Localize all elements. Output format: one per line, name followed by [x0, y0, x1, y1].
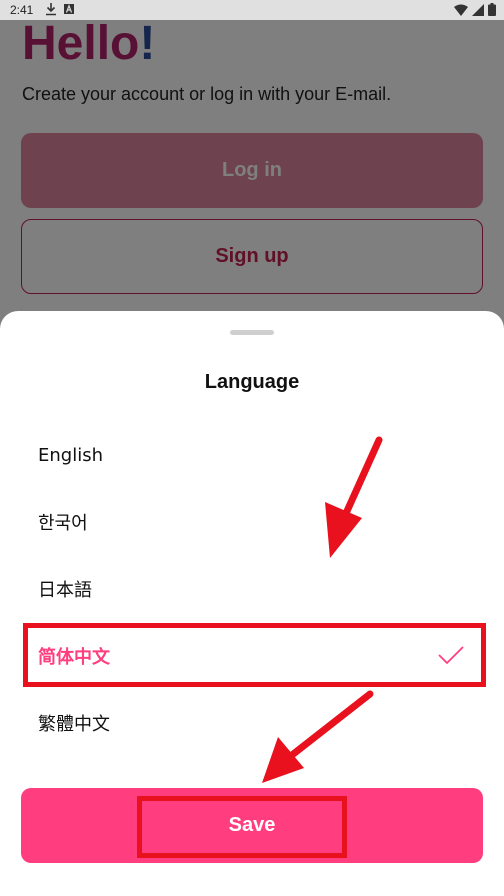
language-option-japanese[interactable]: 日本語: [22, 558, 484, 620]
status-icons: [454, 3, 496, 16]
download-icon: [46, 3, 56, 16]
sheet-drag-handle[interactable]: [230, 330, 274, 335]
language-label: 日本語: [38, 580, 92, 601]
language-option-korean[interactable]: 한국어: [22, 491, 484, 553]
selection-highlight-box: [23, 623, 486, 687]
wifi-icon: [454, 4, 468, 16]
sheet-title: Language: [204, 371, 300, 393]
save-highlight-box: [137, 796, 347, 858]
accessibility-icon: [64, 4, 74, 14]
language-label: 繁體中文: [38, 714, 110, 735]
language-label: English: [38, 444, 103, 466]
language-option-english[interactable]: English: [22, 424, 484, 486]
signal-icon: [472, 3, 484, 16]
battery-icon: [488, 3, 496, 16]
language-option-traditional-chinese[interactable]: 繁體中文: [22, 692, 484, 754]
status-time: 2:41: [10, 3, 34, 17]
language-label: 한국어: [38, 513, 88, 534]
